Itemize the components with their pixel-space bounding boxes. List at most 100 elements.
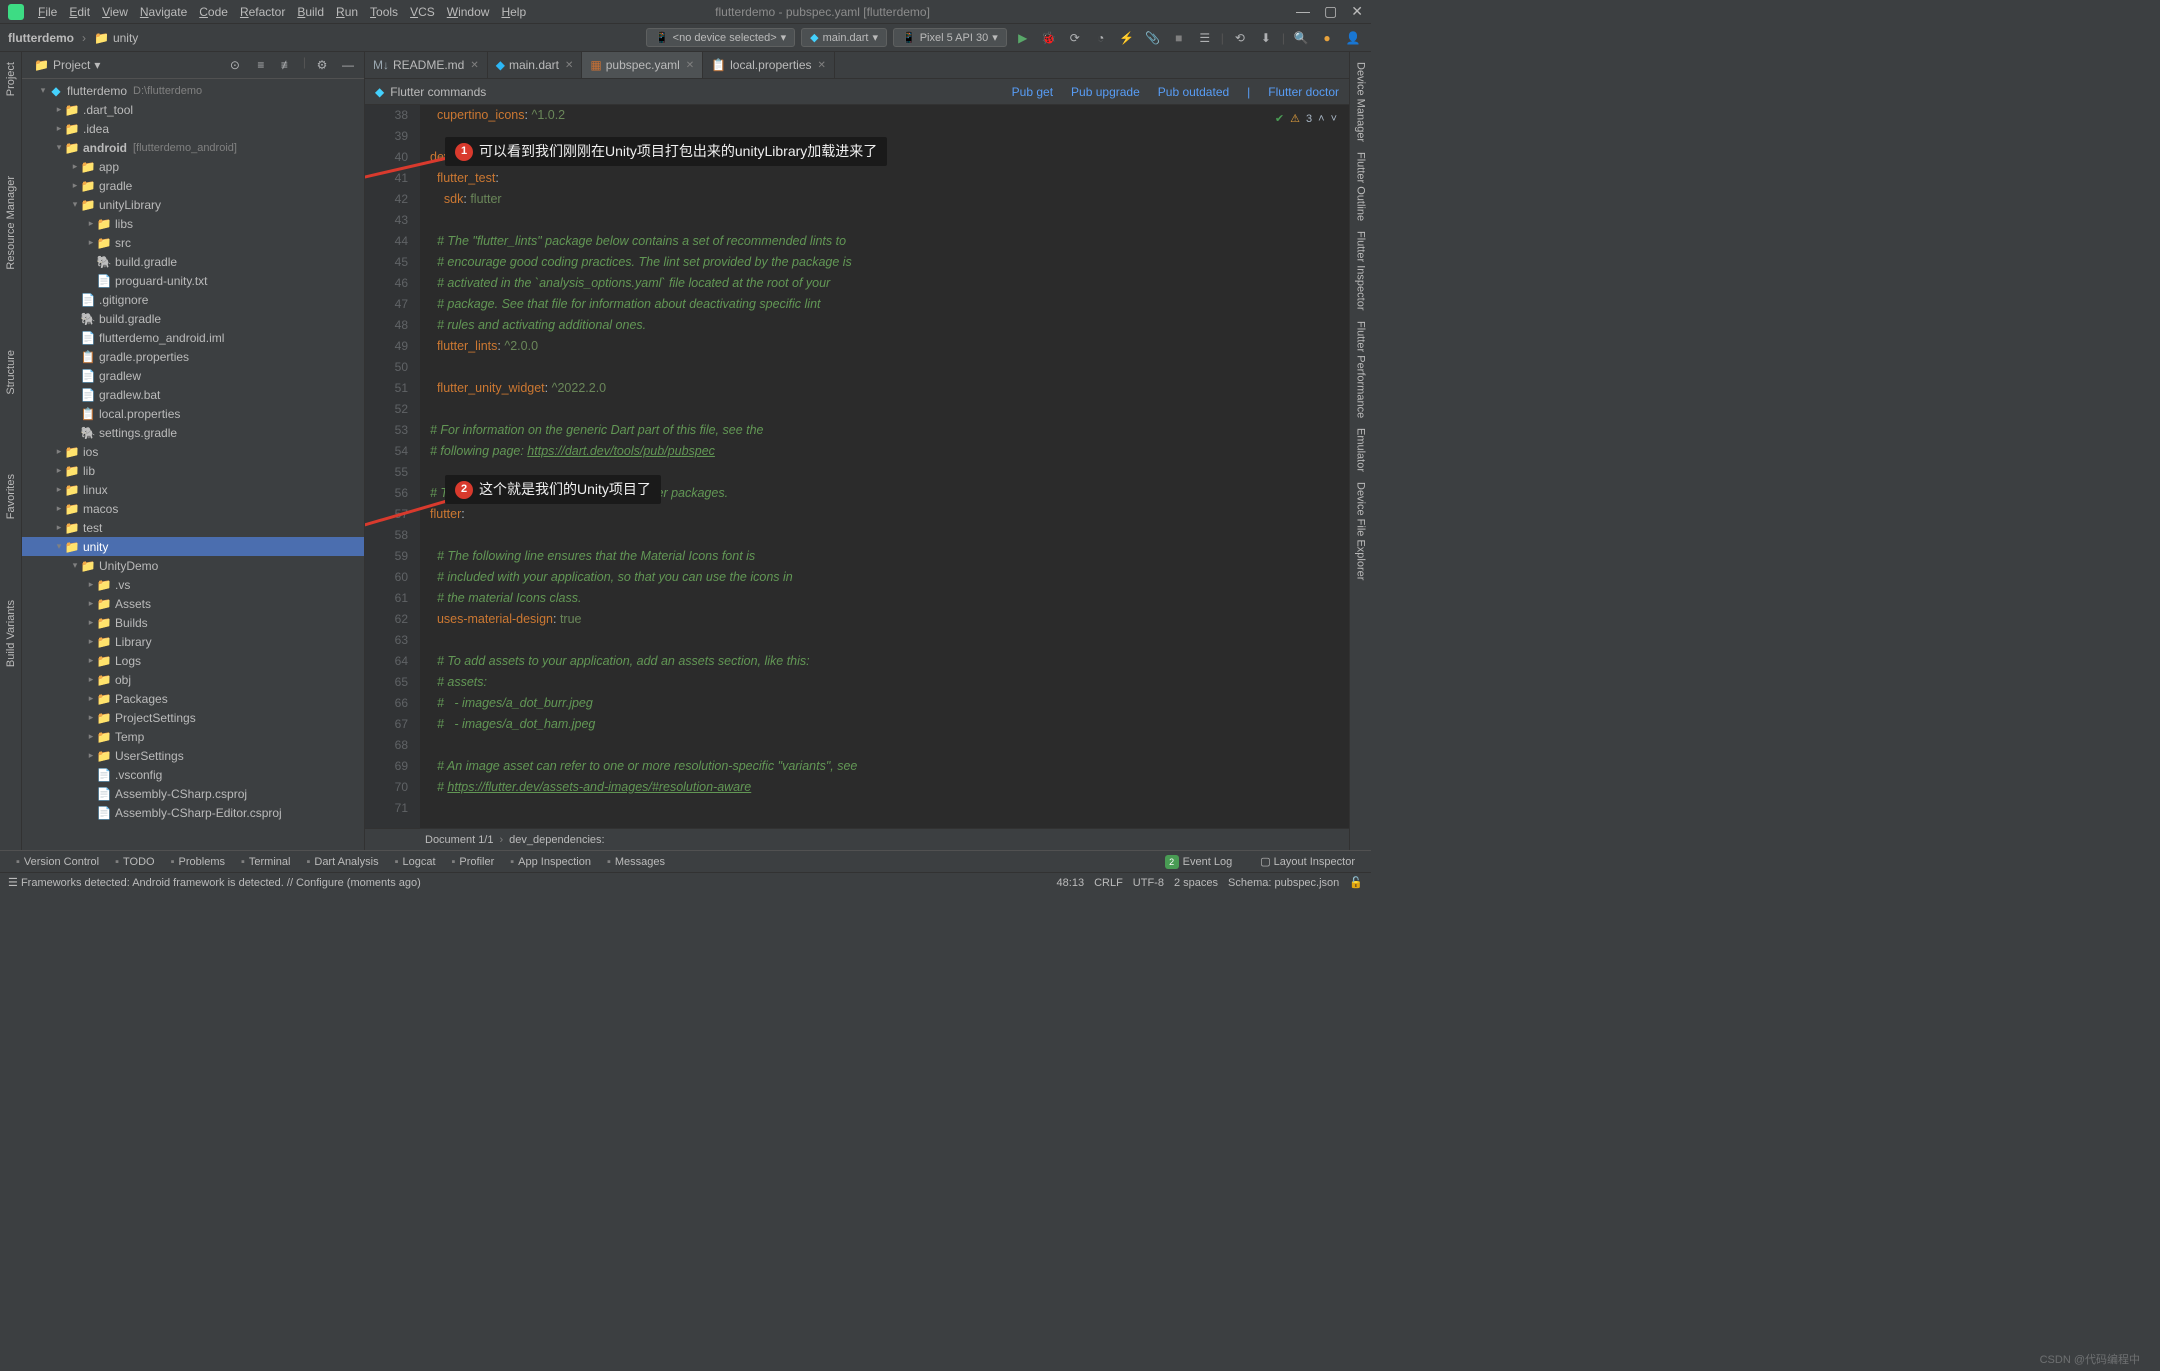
settings-icon[interactable]: ⚙: [312, 55, 332, 75]
code-line-66[interactable]: # - images/a_dot_burr.jpeg: [430, 693, 1349, 714]
tree-item-flutterdemo-android-iml[interactable]: 📄flutterdemo_android.iml: [22, 328, 364, 347]
tree-item-local-properties[interactable]: 📋local.properties: [22, 404, 364, 423]
tree-item-gradle-properties[interactable]: 📋gradle.properties: [22, 347, 364, 366]
code-line-61[interactable]: # the material Icons class.: [430, 588, 1349, 609]
pub-link-pub-get[interactable]: Pub get: [1012, 85, 1053, 99]
tree-item-proguard-unity-txt[interactable]: 📄proguard-unity.txt: [22, 271, 364, 290]
right-tab-device-manager[interactable]: Device Manager: [1355, 62, 1367, 142]
editor-tab-pubspec-yaml[interactable]: ▦pubspec.yaml✕: [582, 52, 703, 78]
hide-icon[interactable]: —: [338, 55, 358, 75]
left-tab-build-variants[interactable]: Build Variants: [5, 600, 17, 667]
tree-item-src[interactable]: ▸📁src: [22, 233, 364, 252]
device-selector[interactable]: 📱<no device selected>▾: [646, 28, 795, 47]
menu-view[interactable]: View: [96, 5, 134, 19]
tree-item-temp[interactable]: ▸📁Temp: [22, 727, 364, 746]
code-line-42[interactable]: sdk: flutter: [430, 189, 1349, 210]
menu-run[interactable]: Run: [330, 5, 364, 19]
code-line-59[interactable]: # The following line ensures that the Ma…: [430, 546, 1349, 567]
code-line-41[interactable]: flutter_test:: [430, 168, 1349, 189]
code-line-68[interactable]: [430, 735, 1349, 756]
menu-tools[interactable]: Tools: [364, 5, 404, 19]
attach-icon[interactable]: 📎: [1143, 28, 1163, 48]
file-encoding[interactable]: UTF-8: [1133, 877, 1164, 889]
layout-inspector-tab[interactable]: ▢ Layout Inspector: [1252, 855, 1363, 868]
code-line-57[interactable]: flutter:: [430, 504, 1349, 525]
menu-file[interactable]: File: [32, 5, 63, 19]
code-line-44[interactable]: # The "flutter_lints" package below cont…: [430, 231, 1349, 252]
sync-icon[interactable]: ⟲: [1230, 28, 1250, 48]
bottom-tab-terminal[interactable]: ▪Terminal: [233, 856, 298, 868]
folder-crumb[interactable]: unity: [113, 31, 138, 45]
code-line-62[interactable]: uses-material-design: true: [430, 609, 1349, 630]
run-icon[interactable]: ▶: [1013, 28, 1033, 48]
tree-item--idea[interactable]: ▸📁.idea: [22, 119, 364, 138]
project-crumb[interactable]: flutterdemo: [8, 31, 74, 45]
tree-item-app[interactable]: ▸📁app: [22, 157, 364, 176]
code-line-51[interactable]: flutter_unity_widget: ^2022.2.0: [430, 378, 1349, 399]
editor-tab-main-dart[interactable]: ◆main.dart✕: [488, 52, 583, 78]
run-config-selector[interactable]: ◆main.dart▾: [801, 28, 887, 47]
tree-item-lib[interactable]: ▸📁lib: [22, 461, 364, 480]
editor-tab-local-properties[interactable]: 📋local.properties✕: [703, 52, 835, 78]
left-tab-favorites[interactable]: Favorites: [5, 474, 17, 519]
tree-item-libs[interactable]: ▸📁libs: [22, 214, 364, 233]
menu-window[interactable]: Window: [441, 5, 496, 19]
code-line-53[interactable]: # For information on the generic Dart pa…: [430, 420, 1349, 441]
status-message[interactable]: Frameworks detected: Android framework i…: [21, 877, 421, 889]
left-tab-structure[interactable]: Structure: [5, 350, 17, 395]
tree-item--gitignore[interactable]: 📄.gitignore: [22, 290, 364, 309]
tree-item--dart-tool[interactable]: ▸📁.dart_tool: [22, 100, 364, 119]
code-line-65[interactable]: # assets:: [430, 672, 1349, 693]
bottom-tab-dart-analysis[interactable]: ▪Dart Analysis: [298, 856, 386, 868]
select-opened-file-icon[interactable]: ⊙: [225, 55, 245, 75]
menu-refactor[interactable]: Refactor: [234, 5, 291, 19]
code-editor[interactable]: 3839404142434445464748495051525354555657…: [365, 105, 1349, 828]
code-line-49[interactable]: flutter_lints: ^2.0.0: [430, 336, 1349, 357]
tree-item-gradle[interactable]: ▸📁gradle: [22, 176, 364, 195]
tree-item-logs[interactable]: ▸📁Logs: [22, 651, 364, 670]
tree-item-assembly-csharp-csproj[interactable]: 📄Assembly-CSharp.csproj: [22, 784, 364, 803]
tree-item-build-gradle[interactable]: 🐘build.gradle: [22, 309, 364, 328]
code-line-50[interactable]: [430, 357, 1349, 378]
code-line-64[interactable]: # To add assets to your application, add…: [430, 651, 1349, 672]
tree-item-android[interactable]: ▾📁android[flutterdemo_android]: [22, 138, 364, 157]
tree-item-flutterdemo[interactable]: ▾◆flutterdemoD:\flutterdemo: [22, 81, 364, 100]
code-line-52[interactable]: [430, 399, 1349, 420]
chevron-down-icon[interactable]: ˅: [1331, 109, 1337, 130]
tree-item-build-gradle[interactable]: 🐘build.gradle: [22, 252, 364, 271]
maximize-icon[interactable]: ▢: [1324, 3, 1337, 20]
code-line-46[interactable]: # activated in the `analysis_options.yam…: [430, 273, 1349, 294]
tree-item-library[interactable]: ▸📁Library: [22, 632, 364, 651]
bottom-tab-profiler[interactable]: ▪Profiler: [444, 856, 503, 868]
tree-item-obj[interactable]: ▸📁obj: [22, 670, 364, 689]
cursor-position[interactable]: 48:13: [1057, 877, 1085, 889]
tree-item-linux[interactable]: ▸📁linux: [22, 480, 364, 499]
code-line-38[interactable]: cupertino_icons: ^1.0.2: [430, 105, 1349, 126]
stop-icon[interactable]: ■: [1169, 28, 1189, 48]
menu-build[interactable]: Build: [291, 5, 330, 19]
editor-tab-readme-md[interactable]: M↓README.md✕: [365, 52, 488, 78]
tree-item-projectsettings[interactable]: ▸📁ProjectSettings: [22, 708, 364, 727]
menu-navigate[interactable]: Navigate: [134, 5, 193, 19]
account-icon[interactable]: 👤: [1343, 28, 1363, 48]
code-line-70[interactable]: # https://flutter.dev/assets-and-images/…: [430, 777, 1349, 798]
indent-setting[interactable]: 2 spaces: [1174, 877, 1218, 889]
menu-edit[interactable]: Edit: [63, 5, 96, 19]
tree-item-assets[interactable]: ▸📁Assets: [22, 594, 364, 613]
tree-item-macos[interactable]: ▸📁macos: [22, 499, 364, 518]
bottom-tab-todo[interactable]: ▪TODO: [107, 856, 162, 868]
coverage-icon[interactable]: ⟳: [1065, 28, 1085, 48]
code-line-63[interactable]: [430, 630, 1349, 651]
event-log-tab[interactable]: 2 Event Log: [1157, 855, 1241, 869]
code-line-48[interactable]: # rules and activating additional ones.: [430, 315, 1349, 336]
tree-item-test[interactable]: ▸📁test: [22, 518, 364, 537]
pub-link-flutter-doctor[interactable]: Flutter doctor: [1268, 85, 1339, 99]
expand-all-icon[interactable]: ≡: [251, 55, 271, 75]
code-line-54[interactable]: # following page: https://dart.dev/tools…: [430, 441, 1349, 462]
tree-item--vsconfig[interactable]: 📄.vsconfig: [22, 765, 364, 784]
left-tab-project[interactable]: Project: [5, 62, 17, 96]
emulator-selector[interactable]: 📱Pixel 5 API 30▾: [893, 28, 1007, 47]
code-line-45[interactable]: # encourage good coding practices. The l…: [430, 252, 1349, 273]
tree-item-unity[interactable]: ▾📁unity: [22, 537, 364, 556]
code-line-43[interactable]: [430, 210, 1349, 231]
